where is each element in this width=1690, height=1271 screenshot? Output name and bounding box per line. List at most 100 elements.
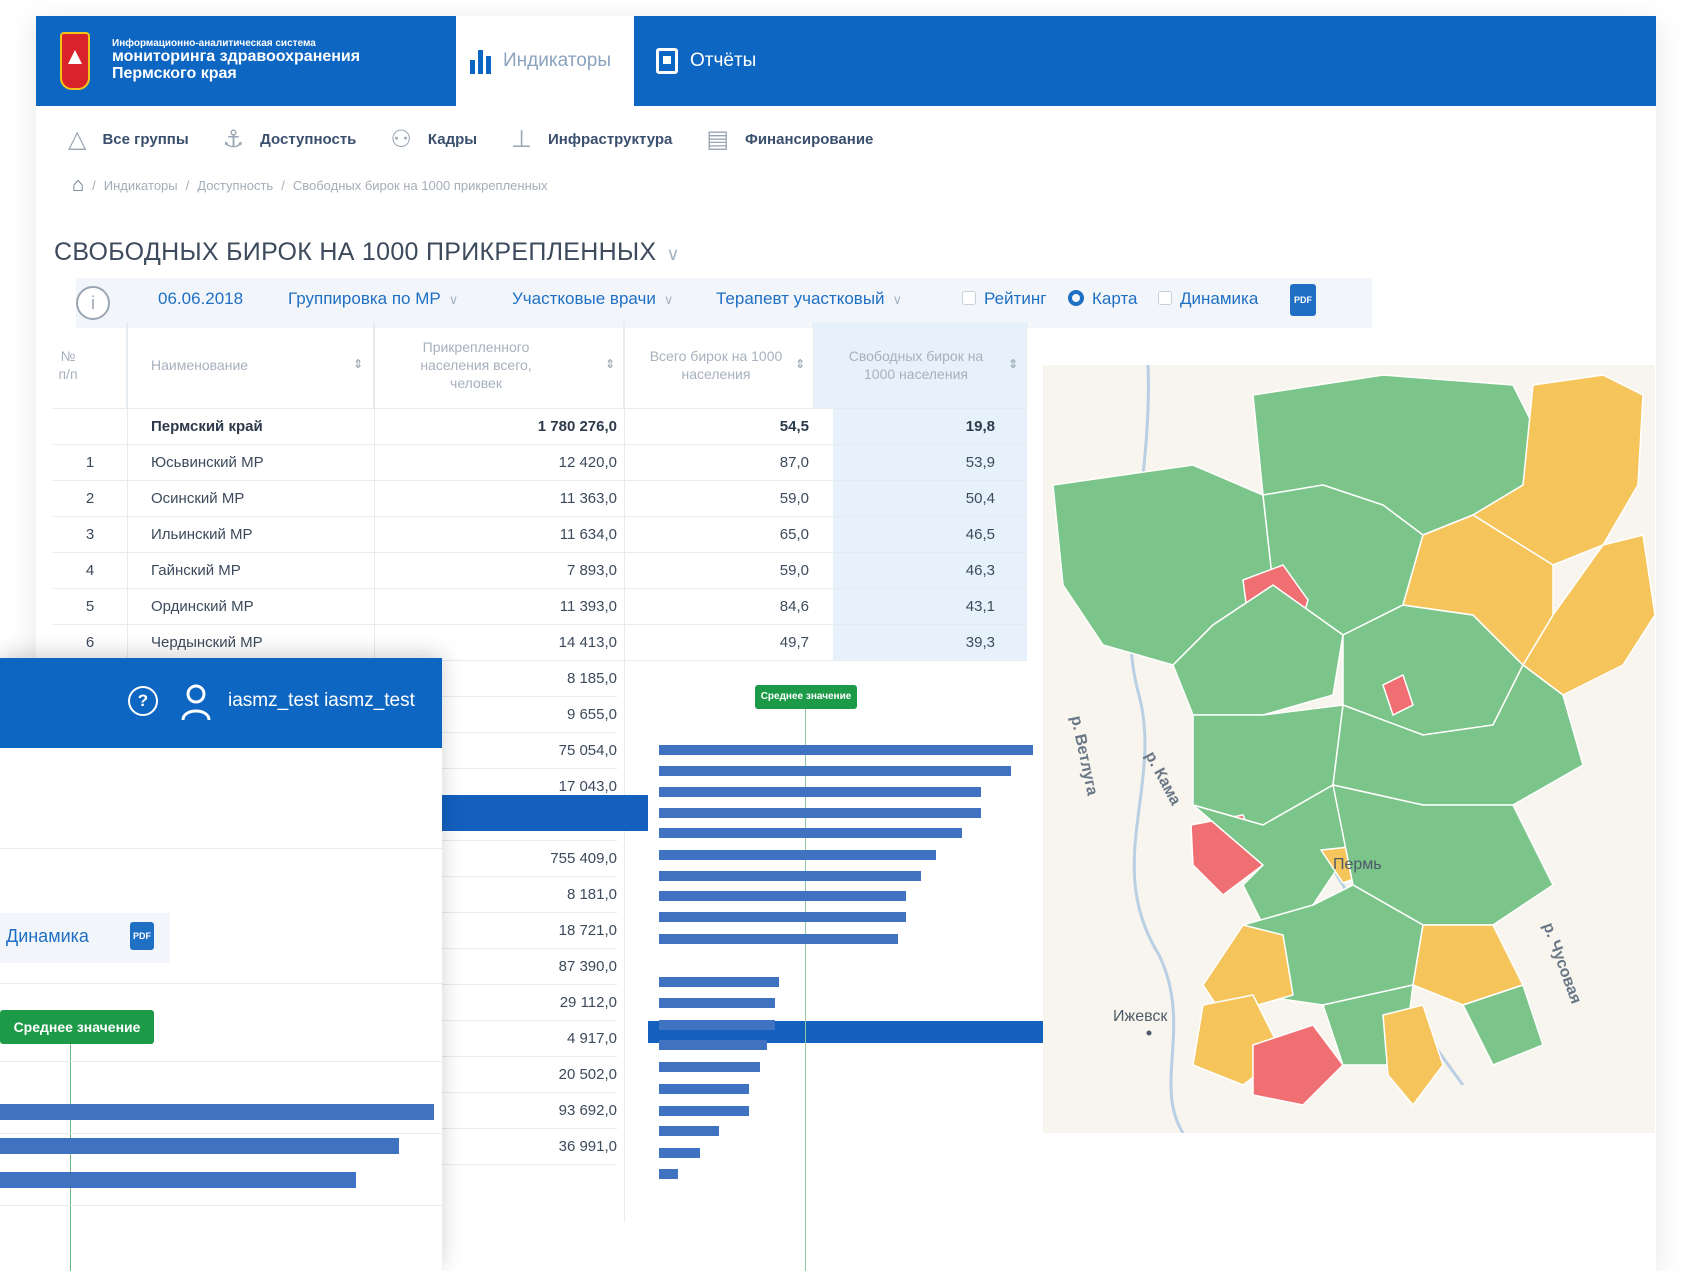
sort-icon[interactable]: ⇕: [353, 357, 363, 373]
help-icon[interactable]: ?: [128, 686, 158, 716]
table-row[interactable]: 4 Гайнский МР 7 893,0 59,0 46,3: [53, 553, 1027, 589]
cell-free: 46,5: [833, 517, 1027, 552]
user-icon[interactable]: [180, 682, 212, 722]
region-map[interactable]: р. Ветлуга р. Кама р. Чусовая Ижевск Пер…: [1043, 364, 1656, 1134]
breadcrumb-item[interactable]: Индикаторы: [104, 178, 178, 193]
app-brand[interactable]: Информационно-аналитическая система мони…: [60, 30, 460, 92]
rating-bar[interactable]: [659, 1169, 678, 1179]
cell-total: 65,0: [779, 526, 809, 543]
cell-population: 11 634,0: [559, 526, 617, 543]
average-value-badge: Среднее значение: [0, 1010, 154, 1044]
tab-reports-label: Отчёты: [690, 50, 757, 71]
rating-bar[interactable]: [0, 1104, 434, 1120]
city-label: Ижевск: [1113, 1008, 1168, 1025]
group-finance[interactable]: ▤ Финансирование: [706, 125, 873, 154]
pdf-export-icon[interactable]: PDF: [130, 922, 154, 950]
dynamics-option[interactable]: Динамика: [6, 926, 89, 947]
tab-reports[interactable]: Отчёты: [642, 16, 770, 106]
rating-bar[interactable]: [659, 850, 936, 860]
col-header-name[interactable]: Наименование ⇕: [127, 322, 374, 409]
doctors-filter[interactable]: Участковые врачи ∨: [512, 289, 673, 309]
rating-bar[interactable]: [659, 1106, 749, 1116]
table-row[interactable]: 6 Чердынский МР 14 413,0 49,7 39,3: [53, 625, 1027, 661]
group-all[interactable]: △ Все группы: [68, 125, 189, 154]
info-icon[interactable]: i: [76, 286, 110, 320]
cell-free: 50,4: [833, 481, 1027, 516]
sort-icon[interactable]: ⇕: [795, 357, 805, 373]
table-row[interactable]: 5 Ординский МР 11 393,0 84,6 43,1: [53, 589, 1027, 625]
rating-bar[interactable]: [659, 998, 775, 1008]
date-filter[interactable]: 06.06.2018: [158, 289, 243, 309]
divider: [0, 983, 442, 984]
sort-icon[interactable]: ⇕: [1008, 357, 1018, 373]
rating-bar[interactable]: [659, 828, 962, 838]
cell-total: 49,7: [779, 634, 809, 651]
group-all-label: Все группы: [102, 130, 189, 148]
rating-bar[interactable]: [0, 1138, 399, 1154]
col-header-total-tags-label: Всего бирок на 1000 населения: [649, 347, 783, 382]
col-header-free-tags[interactable]: Свободных бирок на 1000 населения ⇕: [814, 322, 1027, 409]
group-accessibility-label: Доступность: [260, 130, 357, 148]
rating-bar[interactable]: [659, 745, 1033, 755]
table-row[interactable]: 1 Юсьвинский МР 12 420,0 87,0 53,9: [53, 445, 1027, 481]
cell-num: 4: [85, 562, 95, 579]
people-icon: ⚇: [390, 125, 412, 153]
cell-name: Ординский МР: [151, 598, 254, 615]
rating-bar[interactable]: [659, 871, 921, 881]
map-region[interactable]: [1382, 1004, 1444, 1107]
breadcrumb: ⌂ / Индикаторы / Доступность / Свободных…: [72, 174, 548, 197]
group-accessibility[interactable]: ⚓ Доступность: [223, 125, 357, 154]
rating-bar[interactable]: [659, 912, 906, 922]
cell-population: 14 413,0: [558, 634, 617, 651]
col-header-population[interactable]: Прикрепленного населения всего, человек ⇕: [374, 322, 624, 409]
view-map-label: Карта: [1092, 289, 1138, 308]
rating-bar[interactable]: [659, 1040, 767, 1050]
rating-bar[interactable]: [659, 1062, 760, 1072]
tab-indicators[interactable]: Индикаторы: [456, 16, 634, 106]
specialty-filter[interactable]: Терапевт участковый ∨: [716, 289, 902, 309]
chevron-down-icon: ∨: [448, 292, 459, 307]
breadcrumb-item[interactable]: Доступность: [197, 178, 273, 193]
table-row[interactable]: 2 Осинский МР 11 363,0 59,0 50,4: [53, 481, 1027, 517]
view-dynamics-option[interactable]: Динамика: [1158, 289, 1258, 309]
rating-bar[interactable]: [659, 891, 906, 901]
divider: [0, 1133, 442, 1134]
rating-bar[interactable]: [659, 766, 1011, 776]
rating-bar[interactable]: [659, 977, 779, 987]
rating-bar[interactable]: [659, 1148, 700, 1158]
view-rating-option[interactable]: Рейтинг: [962, 289, 1046, 309]
breadcrumb-current: Свободных бирок на 1000 прикрепленных: [292, 178, 548, 193]
rating-bar[interactable]: [659, 808, 981, 818]
col-header-total-tags[interactable]: Всего бирок на 1000 населения ⇕: [624, 322, 814, 409]
col-header-num[interactable]: № п/п: [53, 322, 127, 409]
group-infrastructure[interactable]: ⊥ Инфраструктура: [511, 125, 672, 154]
cell-total: 54,5: [779, 418, 809, 435]
col-header-num-label: № п/п: [58, 347, 78, 382]
divider: [0, 1061, 442, 1062]
city-marker: [1146, 1030, 1152, 1036]
home-icon[interactable]: ⌂: [72, 174, 84, 197]
sort-icon[interactable]: ⇕: [605, 357, 615, 373]
view-dynamics-label: Динамика: [1180, 289, 1259, 308]
cell-num: 3: [85, 526, 95, 543]
pdf-export-icon[interactable]: PDF: [1290, 284, 1316, 316]
cell-free: 39,3: [833, 625, 1027, 660]
rating-bar[interactable]: [659, 1084, 749, 1094]
table-total-row[interactable]: Пермский край 1 780 276,0 54,5 19,8: [53, 409, 1027, 445]
finance-icon: ▤: [706, 125, 730, 153]
col-header-name-label: Наименование: [151, 356, 249, 373]
page-title[interactable]: СВОБОДНЫХ БИРОК НА 1000 ПРИКРЕПЛЕННЫХ ∨: [54, 238, 680, 267]
rating-bar[interactable]: [659, 787, 981, 797]
page-title-text: СВОБОДНЫХ БИРОК НА 1000 ПРИКРЕПЛЕННЫХ: [54, 238, 657, 266]
rating-bar[interactable]: [659, 1020, 775, 1030]
table-row[interactable]: 3 Ильинский МР 11 634,0 65,0 46,5: [53, 517, 1027, 553]
river-label: р. Чусовая: [1539, 921, 1584, 1007]
rating-bar[interactable]: [659, 1126, 719, 1136]
grouping-filter[interactable]: Группировка по МР ∨: [288, 289, 458, 309]
cell-name: Осинский МР: [151, 490, 245, 507]
view-map-option[interactable]: Карта: [1068, 289, 1138, 309]
rating-bar[interactable]: [0, 1172, 356, 1188]
rating-bar[interactable]: [659, 934, 898, 944]
group-staff[interactable]: ⚇ Кадры: [390, 125, 477, 154]
username[interactable]: iasmz_test iasmz_test: [228, 690, 415, 712]
